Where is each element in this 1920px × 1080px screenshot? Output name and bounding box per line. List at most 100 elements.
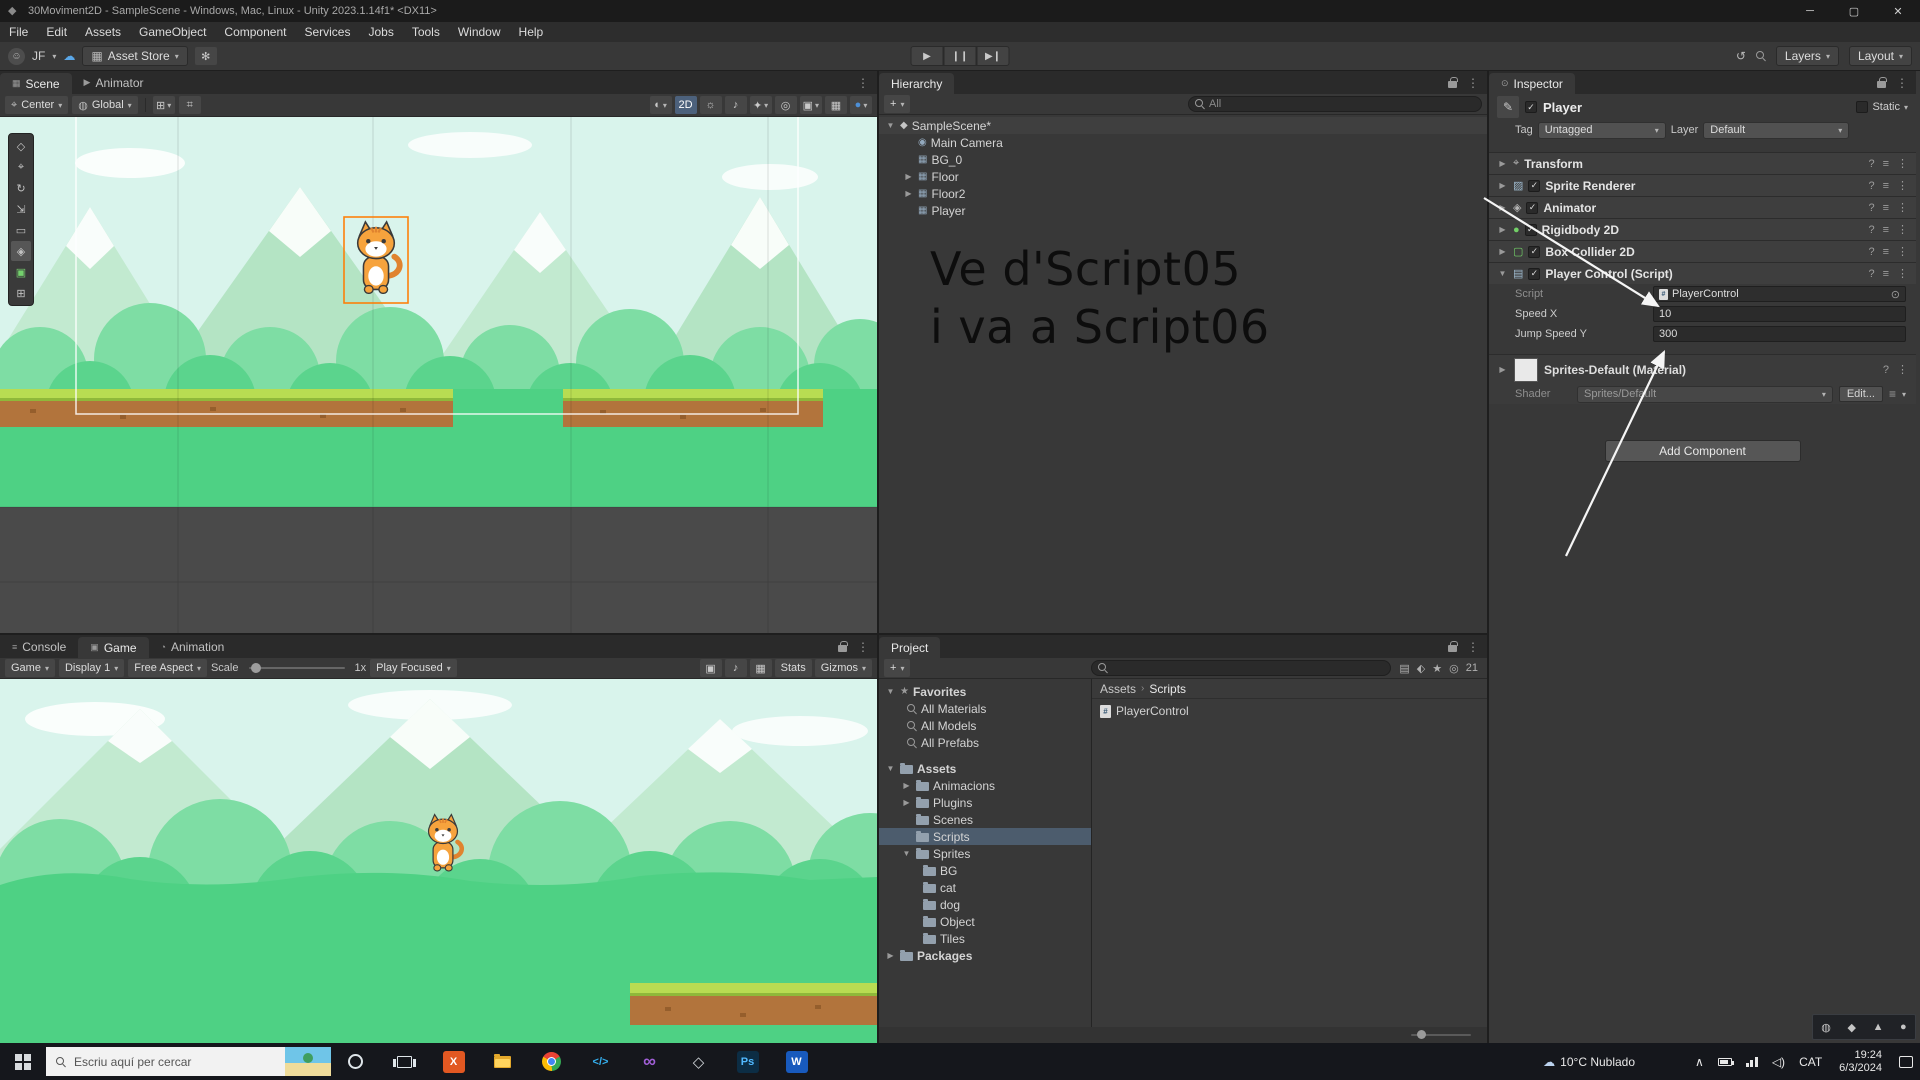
custom-tool-button[interactable]: ⊞: [11, 283, 31, 303]
snap-increment-button[interactable]: ⌗: [179, 96, 201, 114]
shading-mode-button[interactable]: ◐▾: [650, 96, 672, 114]
close-button[interactable]: ✕: [1876, 0, 1920, 22]
layout-dropdown[interactable]: Layout ▾: [1849, 46, 1912, 66]
pivot-dropdown[interactable]: ⌖ Center ▾: [5, 96, 68, 114]
foldout-icon[interactable]: ▶: [1497, 247, 1508, 256]
asset-store-button[interactable]: ▦ Asset Store ▾: [82, 46, 187, 66]
enabled-checkbox[interactable]: ✓: [1528, 268, 1540, 280]
favorite-search-icon[interactable]: ★: [1432, 662, 1442, 675]
help-icon[interactable]: ?: [1868, 158, 1874, 170]
foldout-icon[interactable]: ▼: [885, 687, 896, 696]
layer-dropdown[interactable]: Default ▾: [1703, 122, 1849, 139]
play-focused-dropdown[interactable]: Play Focused ▾: [370, 659, 457, 677]
hidden-packages-icon[interactable]: ◎: [1449, 662, 1459, 675]
tab-game[interactable]: ▣ Game: [78, 637, 148, 658]
menu-assets[interactable]: Assets: [76, 22, 130, 42]
maximize-button[interactable]: ▢: [1832, 0, 1876, 22]
preset-icon[interactable]: ≡: [1883, 158, 1889, 170]
move-tool-button[interactable]: ⌖: [11, 157, 31, 177]
cloud-icon[interactable]: ☁: [63, 49, 75, 63]
tab-console[interactable]: ≡ Console: [0, 635, 78, 658]
menu-help[interactable]: Help: [510, 22, 553, 42]
component-box-collider2d[interactable]: ▶ ▢ ✓ Box Collider 2D ?≡⋮: [1489, 240, 1916, 262]
preset-icon[interactable]: ≡: [1883, 202, 1889, 214]
help-icon[interactable]: ?: [1868, 224, 1874, 236]
tray-flyout-icon-2[interactable]: ◆: [1848, 1021, 1856, 1034]
aspect-dropdown[interactable]: Free Aspect ▾: [128, 659, 207, 677]
thumbnail-size-knob[interactable]: [1417, 1030, 1426, 1039]
active-checkbox[interactable]: ✓: [1525, 101, 1537, 113]
grid-snap-button[interactable]: ⊞▾: [153, 96, 175, 114]
help-icon[interactable]: ?: [1868, 202, 1874, 214]
audio-toggle[interactable]: ♪: [725, 96, 747, 114]
rect-tool-button[interactable]: ▭: [11, 220, 31, 240]
menu-tools[interactable]: Tools: [403, 22, 449, 42]
component-rigidbody2d[interactable]: ▶ ● ✓ Rigidbody 2D ?≡⋮: [1489, 218, 1916, 240]
hierarchy-item-floor[interactable]: ▶ ▦ Floor: [879, 168, 1487, 185]
metrics-icon[interactable]: ▦: [750, 659, 772, 677]
tab-animation[interactable]: ◔ Animation: [149, 635, 237, 658]
foldout-icon[interactable]: ▶: [903, 189, 914, 198]
packages-root[interactable]: ▶ Packages: [879, 947, 1091, 964]
stats-button[interactable]: Stats: [775, 659, 812, 677]
tray-flyout-icon-3[interactable]: ▲: [1873, 1021, 1884, 1033]
tab-project[interactable]: Project: [879, 637, 940, 658]
file-playercontrol[interactable]: # PlayerControl: [1092, 702, 1487, 720]
foldout-icon[interactable]: ▼: [885, 121, 896, 130]
hierarchy-add-button[interactable]: +▾: [884, 95, 910, 113]
folder-object[interactable]: Object: [879, 913, 1091, 930]
minimize-button[interactable]: ─: [1788, 0, 1832, 22]
shader-menu-icon[interactable]: ≡: [1889, 387, 1896, 401]
task-view-button[interactable]: [380, 1043, 429, 1080]
folder-sprites[interactable]: ▼ Sprites: [879, 845, 1091, 862]
jump-speed-y-input[interactable]: 300: [1653, 326, 1906, 342]
component-menu-icon[interactable]: ⋮: [1897, 223, 1908, 236]
volume-button[interactable]: ◁): [1765, 1055, 1792, 1069]
component-sprite-renderer[interactable]: ▶ ▨ ✓ Sprite Renderer ?≡⋮: [1489, 174, 1916, 196]
orientation-dropdown[interactable]: ◍ Global ▾: [72, 96, 137, 114]
settings-button[interactable]: ✻: [195, 47, 217, 65]
folder-animacions[interactable]: ▶ Animacions: [879, 777, 1091, 794]
tray-flyout-icon-1[interactable]: ◍: [1821, 1021, 1831, 1034]
file-explorer-button[interactable]: [478, 1043, 527, 1080]
folder-tiles[interactable]: Tiles: [879, 930, 1091, 947]
app-orange-button[interactable]: X: [429, 1043, 478, 1080]
hierarchy-item-main-camera[interactable]: ◉ Main Camera: [879, 134, 1487, 151]
foldout-icon[interactable]: ▶: [903, 172, 914, 181]
breadcrumb-current[interactable]: Scripts: [1149, 682, 1186, 696]
tab-hierarchy[interactable]: Hierarchy: [879, 73, 954, 94]
lock-icon[interactable]: [838, 645, 847, 652]
favorite-all-materials[interactable]: All Materials: [879, 700, 1091, 717]
foldout-icon[interactable]: ▶: [1497, 365, 1508, 374]
shader-dropdown[interactable]: Sprites/Default ▾: [1577, 386, 1833, 403]
preset-icon[interactable]: ≡: [1883, 246, 1889, 258]
menu-component[interactable]: Component: [215, 22, 295, 42]
hierarchy-menu-icon[interactable]: ⋮: [1467, 76, 1479, 90]
scene-view-canvas[interactable]: ◇ ⌖ ↻ ⇲ ▭ ◈ ▣ ⊞: [0, 117, 877, 633]
hierarchy-search-input[interactable]: All: [1188, 96, 1482, 112]
thumbnail-size-slider[interactable]: [1411, 1034, 1471, 1036]
folder-scripts[interactable]: Scripts: [879, 828, 1091, 845]
foldout-icon[interactable]: ▶: [901, 781, 912, 790]
folder-bg[interactable]: BG: [879, 862, 1091, 879]
display-dropdown[interactable]: Display 1 ▾: [59, 659, 124, 677]
tab-scene[interactable]: ▦ Scene: [0, 73, 72, 94]
foldout-icon[interactable]: ▶: [885, 951, 896, 960]
rotate-tool-button[interactable]: ↻: [11, 178, 31, 198]
favorite-all-prefabs[interactable]: All Prefabs: [879, 734, 1091, 751]
visual-studio-button[interactable]: ∞: [625, 1043, 674, 1080]
project-menu-icon[interactable]: ⋮: [1467, 640, 1479, 654]
static-caret-icon[interactable]: ▾: [1904, 103, 1908, 112]
help-icon[interactable]: ?: [1868, 180, 1874, 192]
menu-jobs[interactable]: Jobs: [359, 22, 402, 42]
hierarchy-lock-icon[interactable]: [1448, 81, 1457, 88]
search-icon[interactable]: [1756, 51, 1766, 61]
folder-dog[interactable]: dog: [879, 896, 1091, 913]
vscode-button[interactable]: </>: [576, 1043, 625, 1080]
capture-icon[interactable]: ▣: [700, 659, 722, 677]
project-lock-icon[interactable]: [1448, 645, 1457, 652]
2d-mode-toggle[interactable]: 2D: [675, 96, 697, 114]
play-button[interactable]: ▶: [911, 46, 944, 66]
game-target-dropdown[interactable]: Game ▾: [5, 659, 55, 677]
edit-collider-button[interactable]: ▣: [11, 262, 31, 282]
